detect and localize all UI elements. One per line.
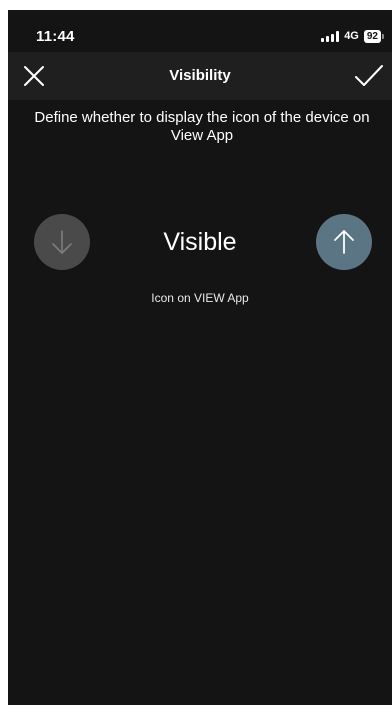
arrow-up-icon [334, 230, 354, 254]
battery-level: 92 [363, 29, 381, 43]
app-screen: 11:44 4G 92 Visibility Define whether to… [8, 10, 392, 705]
battery-icon: 92 [363, 29, 384, 43]
visibility-state-sublabel: Icon on VIEW App [151, 291, 249, 305]
page-title: Visibility [169, 67, 231, 84]
status-bar: 11:44 4G 92 [8, 10, 392, 52]
confirm-button[interactable] [354, 62, 384, 90]
description-text: Define whether to display the icon of th… [34, 109, 370, 144]
checkmark-icon [355, 65, 383, 86]
show-icon-button[interactable] [316, 214, 372, 270]
status-time: 11:44 [36, 28, 75, 45]
nav-bar: Visibility [8, 52, 392, 100]
status-indicators: 4G 92 [321, 29, 384, 43]
signal-icon [321, 30, 340, 42]
network-label: 4G [344, 30, 359, 42]
visibility-toggle: Visible [8, 214, 392, 274]
